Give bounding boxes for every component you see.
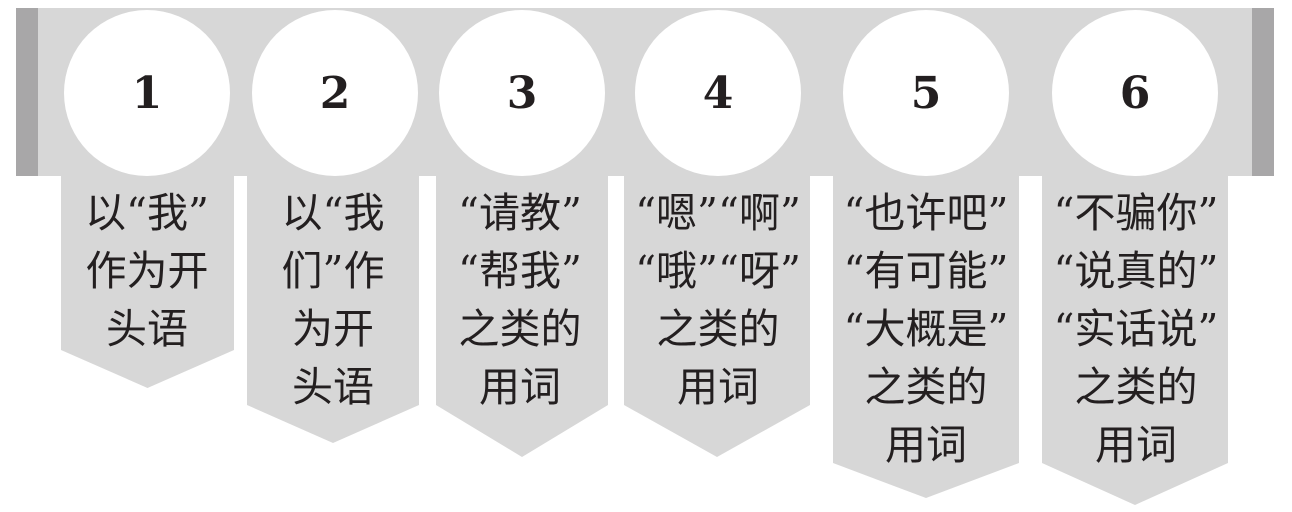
- step-number-circle: 4: [635, 10, 801, 176]
- step-text-line: “帮我”: [458, 247, 582, 295]
- step-text-line: “大概是”: [843, 305, 1009, 353]
- step-number-circle: 5: [843, 10, 1009, 176]
- step-text-line: “说真的”: [1053, 247, 1219, 295]
- step-text-line: 之类的: [1074, 363, 1198, 411]
- band-left-cap: [16, 8, 38, 176]
- step-text-line: 头语: [106, 305, 188, 353]
- step-text-line: 以“我: [281, 189, 385, 237]
- step-text-line: 们”作: [281, 247, 385, 295]
- step-text-line: “不骗你”: [1053, 189, 1219, 237]
- step-text-line: 之类的: [656, 305, 780, 353]
- step-text-line: “请教”: [458, 189, 582, 237]
- step-text-line: 为开: [292, 305, 374, 353]
- step-text-line: “哦”“呀”: [635, 247, 801, 295]
- step-text-line: “有可能”: [843, 247, 1009, 295]
- step-text-line: 头语: [292, 363, 374, 411]
- step-text-line: 用词: [479, 363, 561, 411]
- step-text-line: 以“我”: [85, 189, 209, 237]
- step-text-line: 用词: [885, 421, 967, 469]
- step-text-line: 用词: [677, 363, 759, 411]
- step-text: “也许吧” “有可能” “大概是” 之类的用词: [806, 184, 1046, 474]
- step-number-circle: 1: [64, 10, 230, 176]
- step-text-line: 之类的: [864, 363, 988, 411]
- step-text: “不骗你” “说真的” “实话说” 之类的用词: [1016, 184, 1256, 474]
- step-text-line: 作为开: [85, 247, 209, 295]
- step-text: “嗯”“啊” “哦”“呀” 之类的用词: [598, 184, 838, 416]
- step-text-line: 之类的: [458, 305, 582, 353]
- band-right-cap: [1252, 8, 1274, 176]
- step-number-circle: 3: [439, 10, 605, 176]
- step-number-circle: 2: [252, 10, 418, 176]
- step-text-line: “嗯”“啊”: [635, 189, 801, 237]
- step-text-line: 用词: [1095, 421, 1177, 469]
- step-number-circle: 6: [1052, 10, 1218, 176]
- step-text-line: “也许吧”: [843, 189, 1009, 237]
- step-text-line: “实话说”: [1053, 305, 1219, 353]
